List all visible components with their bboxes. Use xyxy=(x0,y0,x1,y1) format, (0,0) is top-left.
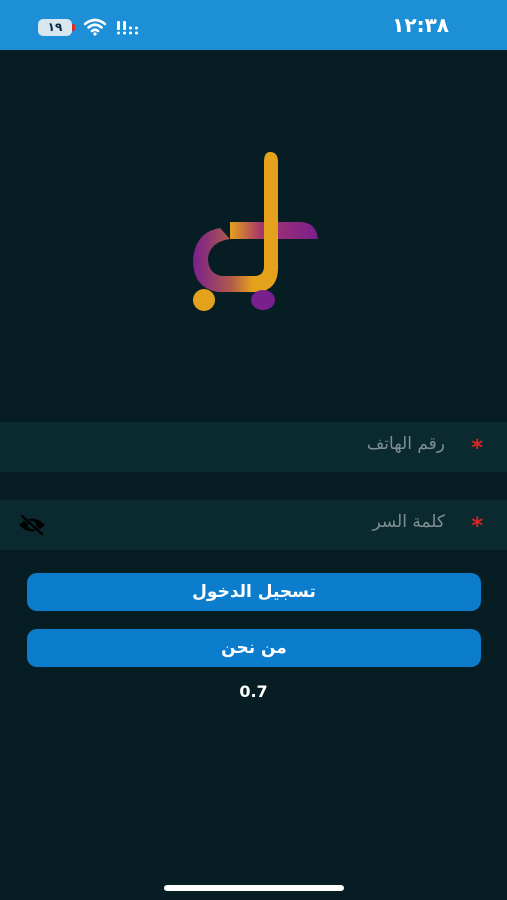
login-button[interactable]: تسجيل الدخول xyxy=(27,573,481,611)
status-time: ١٢:٣٨ xyxy=(392,13,449,37)
cellular-signal-icon xyxy=(117,21,138,35)
password-placeholder: كلمة السر xyxy=(372,512,445,532)
wifi-icon xyxy=(84,18,106,36)
phone-field[interactable]: رقم الهاتف * xyxy=(0,422,507,472)
password-required-marker: * xyxy=(471,514,483,539)
phone-placeholder: رقم الهاتف xyxy=(366,434,445,454)
password-field[interactable]: كلمة السر * xyxy=(0,500,507,550)
brand-logo xyxy=(193,152,318,311)
eye-slash-icon[interactable] xyxy=(17,514,47,536)
phone-required-marker: * xyxy=(471,436,483,461)
login-screen: ١٩ ١٢:٣٨ رقم الهاتف * كلمة السر * تسجيل … xyxy=(0,0,507,900)
home-indicator[interactable] xyxy=(164,885,344,891)
status-icons: ١٩ xyxy=(38,17,142,37)
app-version: 0.7 xyxy=(239,682,268,701)
about-us-button[interactable]: من نحن xyxy=(27,629,481,667)
battery-cap xyxy=(72,23,75,31)
status-bar: ١٩ ١٢:٣٨ xyxy=(0,0,507,50)
battery-level: ١٩ xyxy=(47,20,63,34)
battery-icon: ١٩ xyxy=(38,18,75,36)
